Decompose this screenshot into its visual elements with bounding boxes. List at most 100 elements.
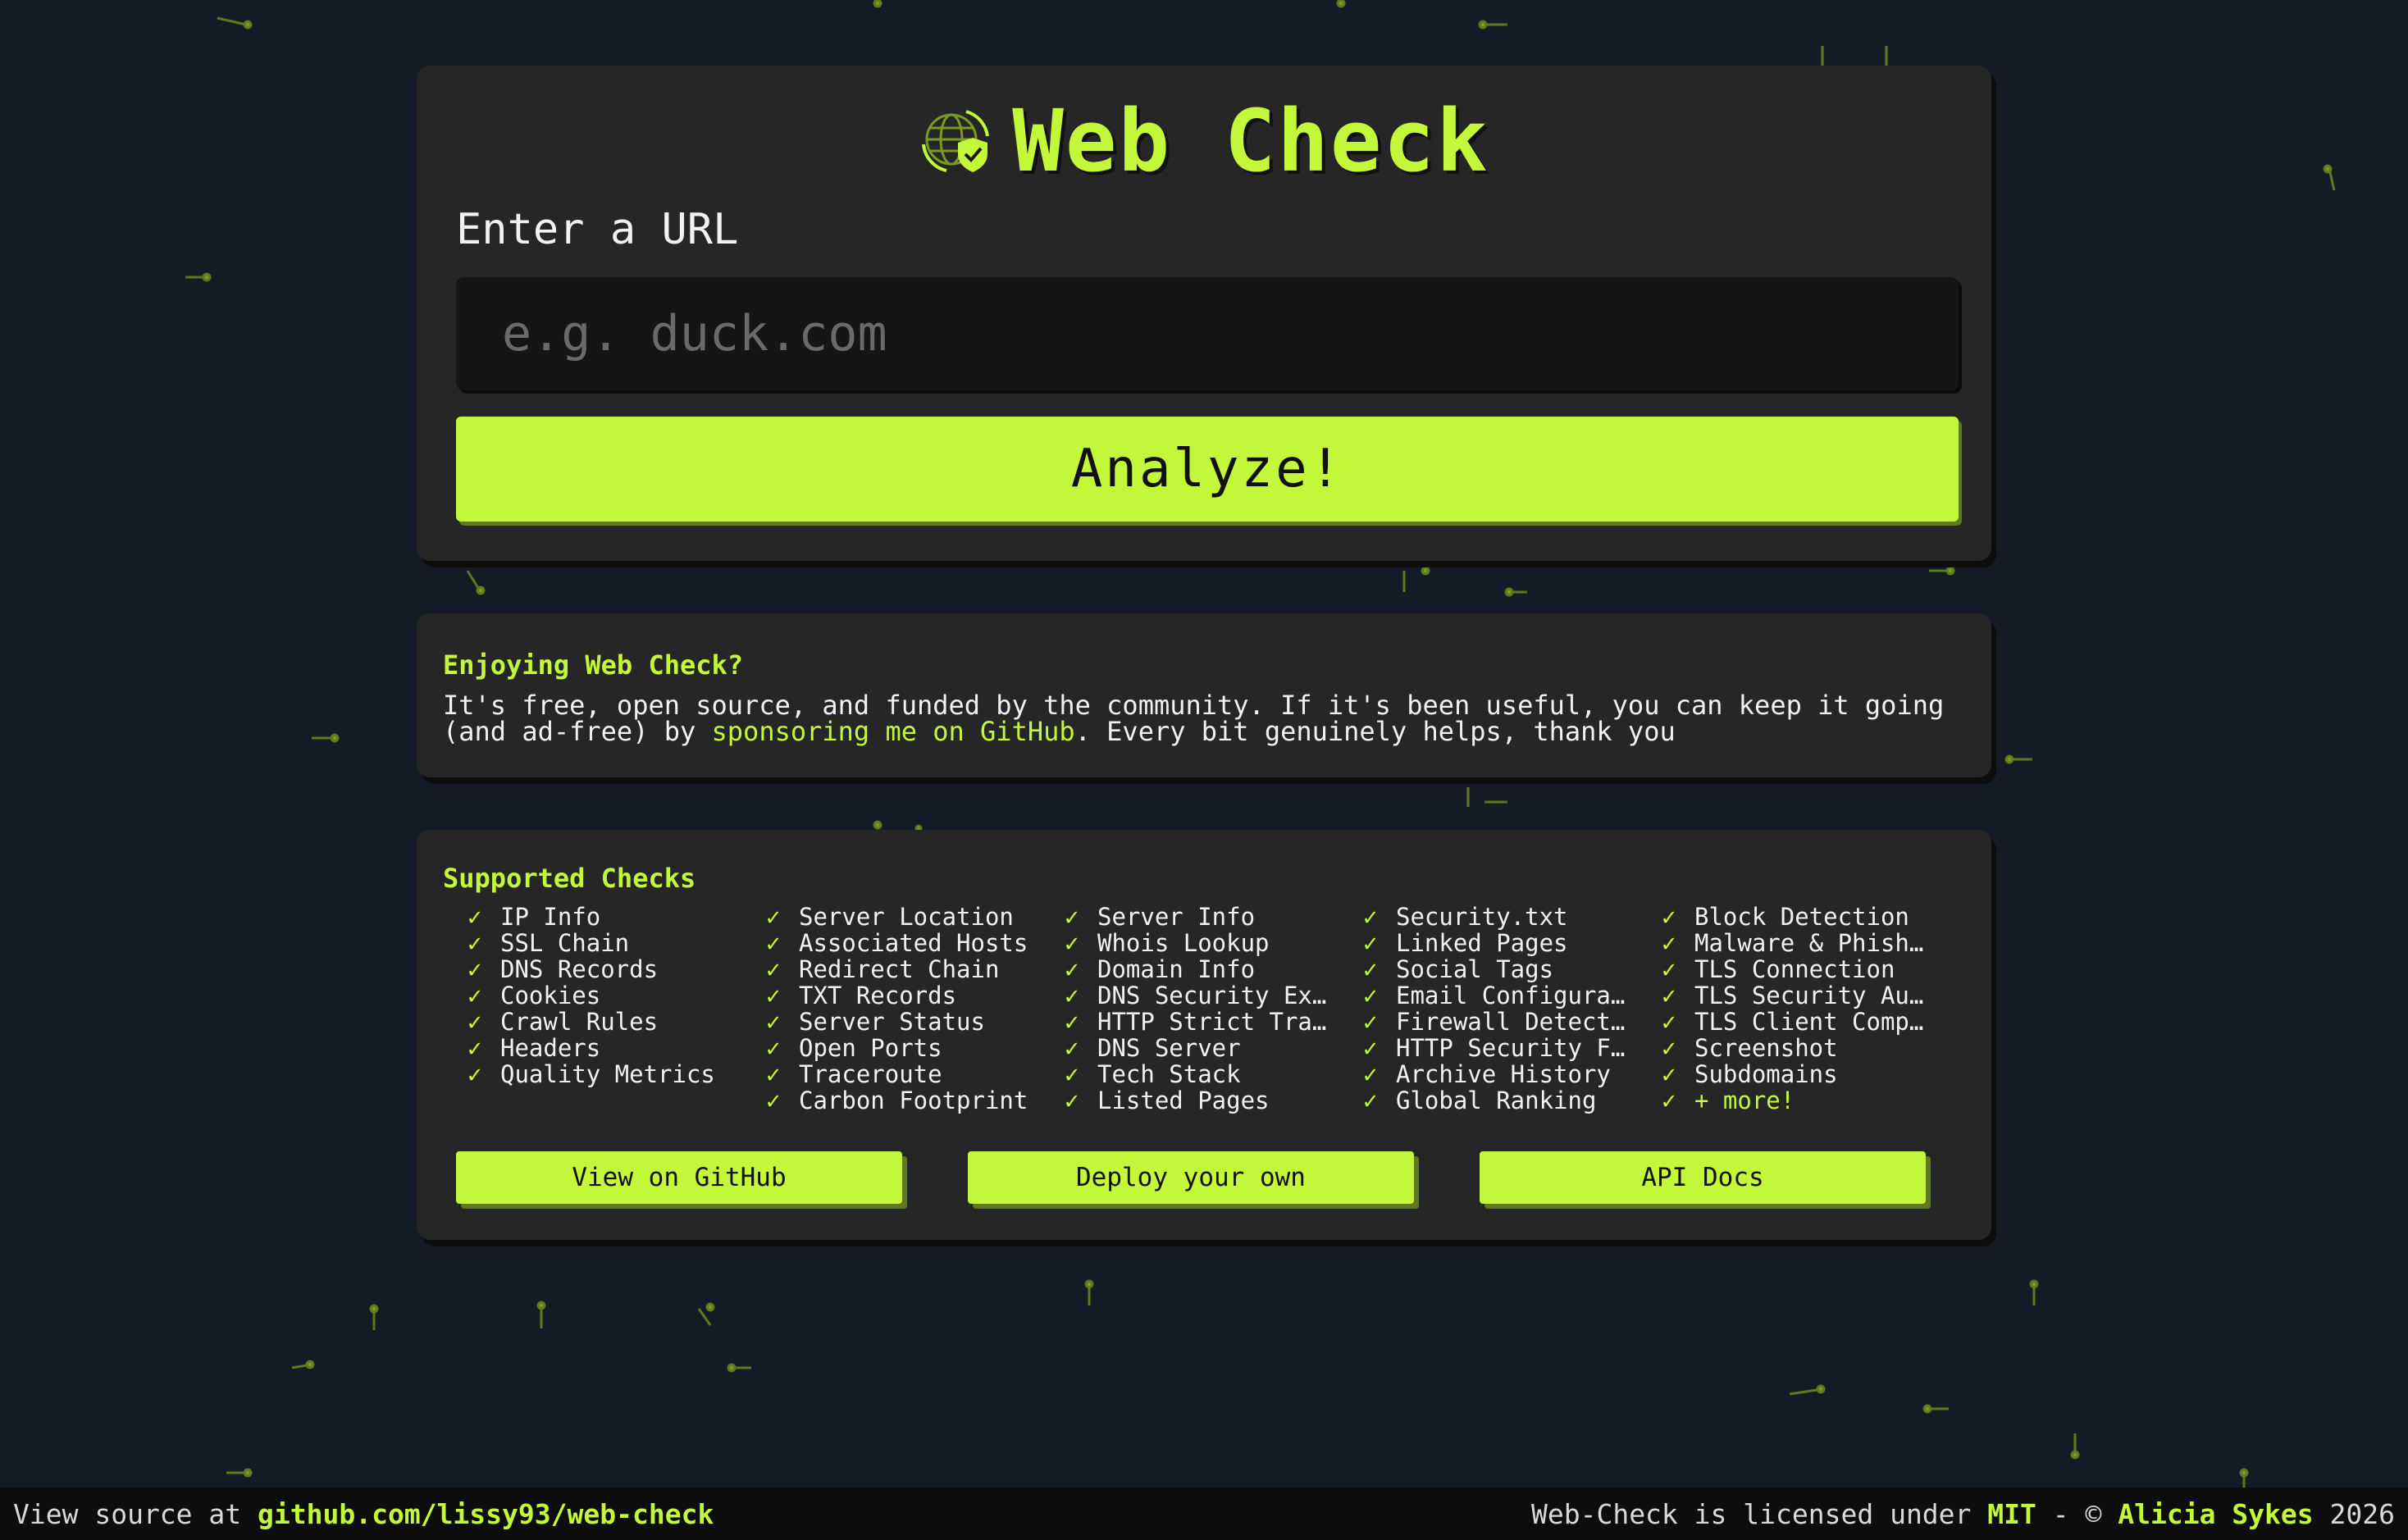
check-item: ✓ Social Tags bbox=[1363, 956, 1637, 982]
check-item: ✓ Quality Metrics bbox=[467, 1061, 741, 1087]
check-mark-icon: ✓ bbox=[766, 982, 781, 1009]
check-item: ✓ TLS Client Compa… bbox=[1662, 1009, 1936, 1035]
check-item-label: Email Configurat… bbox=[1396, 982, 1637, 1009]
check-item-label: Social Tags bbox=[1396, 956, 1554, 982]
check-item: ✓ Subdomains bbox=[1662, 1061, 1936, 1087]
check-item-label: SSL Chain bbox=[500, 930, 630, 956]
footer-author-link[interactable]: Alicia Sykes bbox=[2118, 1498, 2313, 1530]
check-mark-icon: ✓ bbox=[1065, 904, 1079, 930]
sponsor-heading: Enjoying Web Check? bbox=[443, 649, 744, 681]
check-mark-icon: ✓ bbox=[1662, 1087, 1676, 1114]
check-item-label: Global Ranking bbox=[1396, 1087, 1597, 1114]
check-item-label: Linked Pages bbox=[1396, 930, 1568, 956]
check-mark-icon: ✓ bbox=[467, 1009, 482, 1035]
check-item-label: IP Info bbox=[500, 904, 601, 930]
check-mark-icon: ✓ bbox=[1065, 982, 1079, 1009]
check-item-label: Cookies bbox=[500, 982, 601, 1009]
check-mark-icon: ✓ bbox=[1363, 1061, 1378, 1087]
footer-source-link[interactable]: github.com/lissy93/web-check bbox=[258, 1498, 714, 1530]
check-item: ✓ DNS Security Ext… bbox=[1065, 982, 1339, 1009]
footer-left: View source at github.com/lissy93/web-ch… bbox=[13, 1498, 714, 1530]
check-mark-icon: ✓ bbox=[766, 904, 781, 930]
check-mark-icon: ✓ bbox=[1363, 1087, 1378, 1114]
check-mark-icon: ✓ bbox=[1363, 956, 1378, 982]
check-item: ✓ Headers bbox=[467, 1035, 741, 1061]
check-mark-icon: ✓ bbox=[766, 1035, 781, 1061]
sponsor-link[interactable]: sponsoring me on GitHub bbox=[712, 716, 1075, 747]
footer-license-link[interactable]: MIT bbox=[1987, 1498, 2036, 1530]
checks-column: ✓ IP Info ✓ SSL Chain ✓ DNS Records ✓ Cookies ✓ C… bbox=[443, 904, 741, 1114]
footer-year: 2026 bbox=[2313, 1497, 2395, 1530]
app-title: Web Check bbox=[1012, 91, 1489, 191]
checks-grid: ✓ IP Info ✓ SSL Chain ✓ DNS Records ✓ Cookies ✓ C… bbox=[443, 904, 1965, 1114]
check-item: ✓ Traceroute bbox=[766, 1061, 1040, 1087]
check-mark-icon: ✓ bbox=[766, 1061, 781, 1087]
check-item-label: Crawl Rules bbox=[500, 1009, 659, 1035]
check-item-label: Subdomains bbox=[1694, 1061, 1838, 1087]
check-mark-icon: ✓ bbox=[1065, 930, 1079, 956]
check-item-label: TXT Records bbox=[799, 982, 957, 1009]
check-item: ✓ TLS Connection bbox=[1662, 956, 1936, 982]
check-item: ✓ DNS Records bbox=[467, 956, 741, 982]
check-mark-icon: ✓ bbox=[1662, 982, 1676, 1009]
check-mark-icon: ✓ bbox=[1662, 1009, 1676, 1035]
check-item: ✓ Screenshot bbox=[1662, 1035, 1936, 1061]
check-item-label: Block Detection bbox=[1694, 904, 1909, 930]
check-item-label: Traceroute bbox=[799, 1061, 942, 1087]
check-item: ✓ Malware & Phishi… bbox=[1662, 930, 1936, 956]
sponsor-text: It's free, open source, and funded by th… bbox=[443, 692, 1965, 745]
app-header: Web Check bbox=[417, 98, 1991, 184]
deploy-your-own-button[interactable]: Deploy your own bbox=[968, 1151, 1414, 1204]
api-docs-button[interactable]: API Docs bbox=[1480, 1151, 1926, 1204]
check-item-label: Whois Lookup bbox=[1097, 930, 1270, 956]
check-mark-icon: ✓ bbox=[467, 930, 482, 956]
footer: View source at github.com/lissy93/web-ch… bbox=[0, 1488, 2408, 1540]
checks-column: ✓ Block Detection ✓ Malware & Phishi… ✓ TLS C… bbox=[1637, 904, 1936, 1114]
check-item: ✓ Archive History bbox=[1363, 1061, 1637, 1087]
check-item-label: Domain Info bbox=[1097, 956, 1256, 982]
footer-right: Web-Check is licensed under MIT - © Alic… bbox=[1531, 1498, 2395, 1530]
check-item: ✓ SSL Chain bbox=[467, 930, 741, 956]
analyze-button[interactable]: Analyze! bbox=[456, 417, 1959, 522]
url-form-card: Web Check Enter a URL Analyze! bbox=[417, 66, 1991, 561]
check-item-label: Server Location bbox=[799, 904, 1014, 930]
check-item: ✓ Server Location bbox=[766, 904, 1040, 930]
check-mark-icon: ✓ bbox=[1662, 1061, 1676, 1087]
url-input[interactable] bbox=[456, 277, 1959, 390]
check-item: ✓ + more! bbox=[1662, 1087, 1936, 1114]
check-item-label: TLS Connection bbox=[1694, 956, 1895, 982]
check-mark-icon: ✓ bbox=[1662, 930, 1676, 956]
check-item: ✓ Redirect Chain bbox=[766, 956, 1040, 982]
check-item: ✓ Firewall Detecti… bbox=[1363, 1009, 1637, 1035]
check-item-label: Malware & Phishi… bbox=[1694, 930, 1936, 956]
check-item: ✓ Carbon Footprint bbox=[766, 1087, 1040, 1114]
check-item: ✓ Tech Stack bbox=[1065, 1061, 1339, 1087]
check-mark-icon: ✓ bbox=[1363, 904, 1378, 930]
check-mark-icon: ✓ bbox=[766, 1009, 781, 1035]
check-item: ✓ Linked Pages bbox=[1363, 930, 1637, 956]
check-item-label: TLS Security Aud… bbox=[1694, 982, 1936, 1009]
check-item: ✓ Server Info bbox=[1065, 904, 1339, 930]
globe-shield-icon bbox=[922, 110, 990, 172]
check-mark-icon: ✓ bbox=[467, 956, 482, 982]
check-item-label: Quality Metrics bbox=[500, 1061, 715, 1087]
view-on-github-button[interactable]: View on GitHub bbox=[456, 1151, 902, 1204]
check-item-label: Open Ports bbox=[799, 1035, 942, 1061]
check-item: ✓ Global Ranking bbox=[1363, 1087, 1637, 1114]
footer-license-label: Web-Check is licensed under bbox=[1530, 1497, 1988, 1530]
check-mark-icon: ✓ bbox=[766, 1087, 781, 1114]
check-item: ✓ HTTP Security Fe… bbox=[1363, 1035, 1637, 1061]
check-item-label: Associated Hosts bbox=[799, 930, 1028, 956]
footer-source-label: View source at bbox=[13, 1497, 258, 1530]
sponsor-text-after: . Every bit genuinely helps, thank you bbox=[1074, 716, 1676, 747]
checks-column: ✓ Server Location ✓ Associated Hosts ✓ Redire… bbox=[741, 904, 1040, 1114]
check-item-label: Firewall Detecti… bbox=[1396, 1009, 1637, 1035]
check-item-label: Server Status bbox=[799, 1009, 985, 1035]
check-item: ✓ Domain Info bbox=[1065, 956, 1339, 982]
check-item-label: TLS Client Compa… bbox=[1694, 1009, 1936, 1035]
check-mark-icon: ✓ bbox=[766, 956, 781, 982]
check-item: ✓ Open Ports bbox=[766, 1035, 1040, 1061]
sponsor-card: Enjoying Web Check? It's free, open sour… bbox=[417, 613, 1991, 777]
check-item-label: + more! bbox=[1694, 1087, 1795, 1114]
check-mark-icon: ✓ bbox=[1662, 1035, 1676, 1061]
